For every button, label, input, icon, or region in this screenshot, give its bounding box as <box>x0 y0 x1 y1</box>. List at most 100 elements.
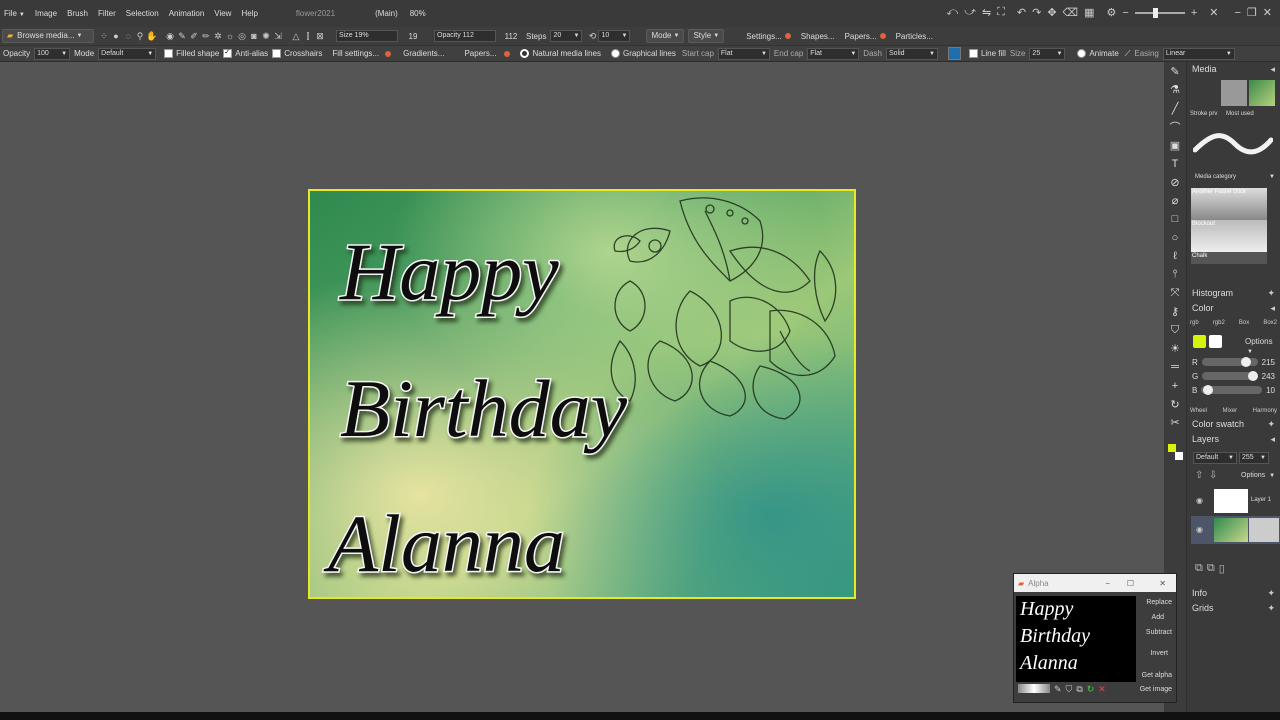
duplicate-layer-icon[interactable]: ⧉ <box>1207 562 1215 575</box>
menu-selection[interactable]: Selection <box>126 9 159 18</box>
crosshairs-checkbox[interactable]: Crosshairs <box>272 47 322 61</box>
particles-button[interactable]: Particles... <box>896 29 933 43</box>
crop-tool-icon[interactable]: ⊘ <box>1164 173 1186 192</box>
visibility-eye-icon-base[interactable]: ◉ <box>1196 525 1203 534</box>
filled-shape-checkbox[interactable]: Filled shape <box>164 47 219 61</box>
cross-tool-icon[interactable]: + <box>1164 377 1186 396</box>
ellipse-select-icon[interactable]: ○ <box>1164 229 1186 248</box>
scatter-icon[interactable]: ⁘ <box>98 30 110 42</box>
shield-icon[interactable]: ⊠ <box>314 30 326 42</box>
stamp-tool-icon[interactable]: ⛉ <box>1164 321 1186 340</box>
style-dropdown[interactable]: Style ▼ <box>688 29 725 43</box>
brush-tool-icon[interactable]: ✎ <box>1164 62 1186 81</box>
menu-view[interactable]: View <box>214 9 231 18</box>
layer-options-button[interactable]: Options ▼ <box>1241 472 1275 479</box>
opacity-field[interactable]: Opacity 112 <box>434 30 496 42</box>
pencil-icon[interactable]: ✐ <box>188 30 200 42</box>
bg-color-chip[interactable] <box>1209 335 1222 348</box>
size-field[interactable]: Size 19% <box>336 30 398 42</box>
menu-brush[interactable]: Brush <box>67 9 88 18</box>
pan-icon[interactable]: ✥ <box>1047 6 1056 19</box>
scissors-tool-icon[interactable]: ✂ <box>1164 414 1186 433</box>
rotate-right-icon[interactable]: ⤻ <box>964 6 976 19</box>
layers-header[interactable]: Layers ◂ <box>1187 432 1280 446</box>
close-icon[interactable]: ✕ <box>1263 6 1272 19</box>
restore-icon[interactable]: ❐ <box>1247 6 1257 19</box>
marker-icon[interactable]: ✏ <box>200 30 212 42</box>
blue-slider[interactable]: B 10 <box>1187 383 1280 397</box>
easing-select[interactable]: Linear ▼ <box>1162 47 1235 60</box>
subtract-button[interactable]: Subtract <box>1146 629 1172 636</box>
bulb-tool-icon[interactable]: ☀ <box>1164 340 1186 359</box>
opt-mode-select[interactable]: Default ▼ <box>98 47 157 60</box>
stroke-preview-thumb[interactable] <box>1221 80 1247 106</box>
fit-icon[interactable]: ⛶ <box>997 6 1005 19</box>
media-item-chalk[interactable]: Chalk <box>1191 252 1267 270</box>
eye-icon[interactable]: ◉ <box>164 30 176 42</box>
grids-header[interactable]: Grids ✦ <box>1187 601 1280 615</box>
line-fill-checkbox[interactable]: Line fill <box>968 47 1006 61</box>
rect-select-icon[interactable]: □ <box>1164 210 1186 229</box>
layer-row-1[interactable]: ◉ Layer 1 <box>1187 487 1280 515</box>
tab-harmony[interactable]: Harmony <box>1253 408 1277 414</box>
media-category-dropdown[interactable]: Media category ▼ <box>1195 174 1275 180</box>
alpha-minimize-icon[interactable]: − <box>1105 579 1110 588</box>
dash-select[interactable]: Solid ▼ <box>885 47 938 60</box>
opt-papers-button[interactable]: Papers... <box>464 47 511 61</box>
line-tool-icon[interactable]: ╱ <box>1164 99 1186 118</box>
add-button[interactable]: Add <box>1152 614 1164 621</box>
menu-filter[interactable]: Filter <box>98 9 116 18</box>
visibility-eye-icon[interactable]: ◉ <box>1196 496 1203 505</box>
fill-tool-icon[interactable]: ⚗ <box>1164 81 1186 100</box>
text-tool-icon[interactable]: T <box>1164 155 1186 174</box>
gradients-button[interactable]: Gradients... <box>403 47 444 61</box>
redo-icon[interactable]: ↷ <box>1032 6 1041 19</box>
layer-opacity-select[interactable]: 255 ▼ <box>1239 452 1269 464</box>
layer-row-base[interactable]: ◉ <box>1191 516 1280 544</box>
dropper-icon[interactable]: ⚲ <box>134 30 146 42</box>
histogram-header[interactable]: Histogram ✦ <box>1187 286 1280 300</box>
layer-up-icon[interactable]: ⇧ <box>1195 470 1203 481</box>
flip-icon[interactable]: ⇋ <box>982 6 991 19</box>
media-item-blockout[interactable]: Blockout <box>1191 220 1267 252</box>
pen-icon[interactable]: ✎ <box>176 30 188 42</box>
symmetry-icon[interactable]: △ <box>290 30 302 42</box>
mode-dropdown[interactable]: Mode ▼ <box>646 29 685 43</box>
end-cap-select[interactable]: Flat ▼ <box>807 47 860 60</box>
alpha-title-bar[interactable]: ▰ Alpha − ☐ ✕ <box>1014 574 1176 592</box>
alpha-clear-icon[interactable]: ✕ <box>1098 684 1106 695</box>
alpha-refresh-icon[interactable]: ↻ <box>1087 684 1095 695</box>
invert-button[interactable]: Invert <box>1150 650 1168 657</box>
tab-wheel[interactable]: Wheel <box>1190 408 1207 414</box>
background-color-swatch[interactable] <box>1175 452 1183 460</box>
transform-tool-icon[interactable]: ⤧ <box>1164 284 1186 303</box>
rotate-left-icon[interactable]: ⤺ <box>946 6 958 19</box>
alpha-close-icon[interactable]: ✕ <box>1159 579 1166 588</box>
green-slider[interactable]: G 243 <box>1187 369 1280 383</box>
new-layer-icon[interactable]: ⧉ <box>1195 562 1203 575</box>
mirror-icon[interactable]: ⫿ <box>302 30 314 42</box>
rotate-tool-icon[interactable]: ↻ <box>1164 395 1186 414</box>
zoom-slider[interactable] <box>1134 7 1185 18</box>
round-brush-icon[interactable]: ● <box>110 30 122 42</box>
start-cap-select[interactable]: Flat ▼ <box>717 47 770 60</box>
alpha-maximize-icon[interactable]: ☐ <box>1127 579 1134 588</box>
tools-icon[interactable]: ✕ <box>1209 6 1218 19</box>
brush-settings-icon[interactable]: ⚙ <box>1107 6 1117 19</box>
menu-file[interactable]: File ▼ <box>4 9 25 18</box>
alpha-stamp-icon[interactable]: ⛉ <box>1066 684 1073 695</box>
opt-opacity-select[interactable]: 100 ▼ <box>34 47 71 60</box>
animate-radio[interactable]: Animate <box>1077 47 1119 61</box>
color-swatch-header[interactable]: Color swatch ✦ <box>1187 417 1280 431</box>
menu-image[interactable]: Image <box>35 9 57 18</box>
shapes-button[interactable]: Shapes... <box>801 29 835 43</box>
count-select[interactable]: 10 ▼ <box>598 30 631 42</box>
steps-select[interactable]: 20 ▼ <box>550 30 583 42</box>
alpha-copy-icon[interactable]: ⧉ <box>1076 684 1082 695</box>
layer-down-icon[interactable]: ⇩ <box>1209 470 1217 481</box>
menu-animation[interactable]: Animation <box>169 9 205 18</box>
copy-layer-icon[interactable]: ▯ <box>1219 562 1225 575</box>
line-color-swatch[interactable] <box>947 47 961 60</box>
hand-icon[interactable]: ✋ <box>146 30 158 42</box>
fill-settings-button[interactable]: Fill settings... <box>332 47 392 61</box>
